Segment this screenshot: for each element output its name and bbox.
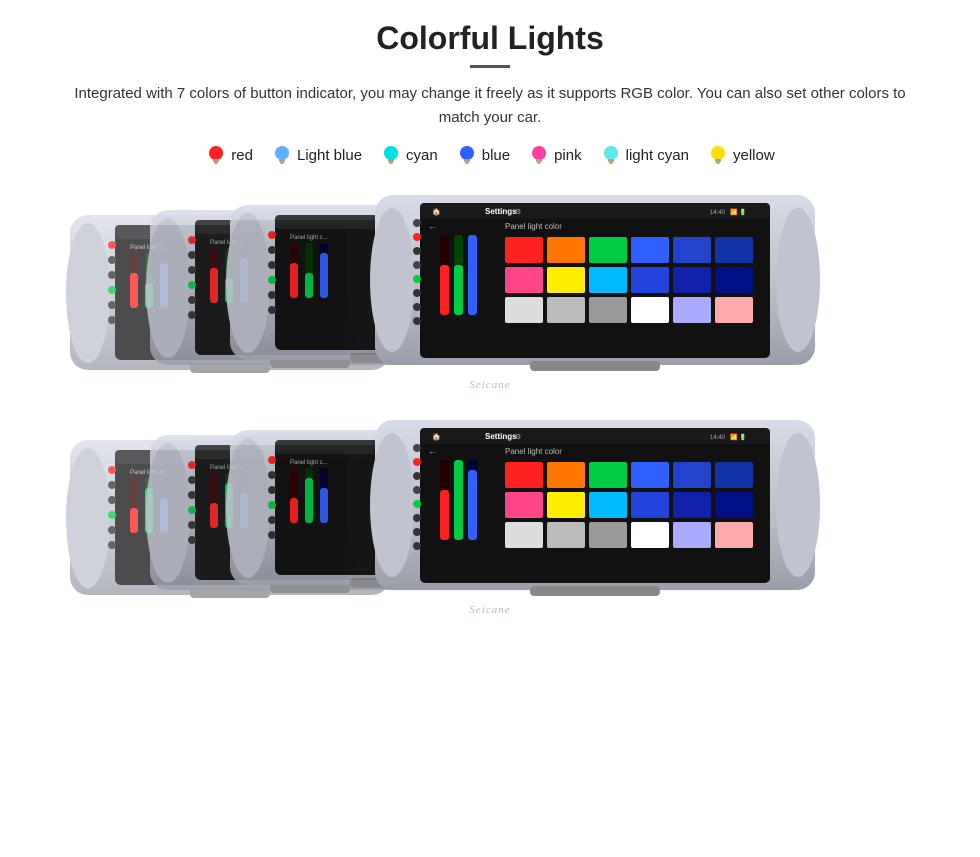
svg-text:📶 🔋: 📶 🔋 [730,208,747,216]
car-row-bottom: Seicane [30,407,950,622]
svg-text:Panel light c...: Panel light c... [290,235,328,241]
lightcyan-bulb-icon [600,144,622,166]
svg-text:←: ← [428,221,437,231]
svg-text:⚙: ⚙ [515,433,521,441]
color-label-red: red [231,147,253,164]
svg-text:🏠: 🏠 [432,432,441,441]
color-label-yellow: yellow [733,147,775,164]
color-item-yellow: yellow [707,144,775,166]
page-title: Colorful Lights [376,20,604,57]
pink-bulb-icon [528,144,550,166]
color-label-blue: blue [482,147,510,164]
title-divider [470,65,510,68]
svg-text:📶 🔋: 📶 🔋 [730,433,747,441]
color-item-cyan: cyan [380,144,438,166]
svg-text:Settings: Settings [485,432,517,441]
svg-text:Settings: Settings [485,207,517,216]
color-item-lightblue: Light blue [271,144,362,166]
color-item-red: red [205,144,253,166]
color-item-pink: pink [528,144,582,166]
color-label-cyan: cyan [406,147,438,164]
svg-text:Panel light color: Panel light color [505,222,562,231]
blue-bulb-icon [456,144,478,166]
color-list: red Light blue cyan [205,144,774,166]
color-label-pink: pink [554,147,582,164]
page-container: Colorful Lights Integrated with 7 colors… [0,0,980,857]
color-item-blue: blue [456,144,510,166]
car-row-top: Seicane [30,182,950,397]
svg-text:14:40: 14:40 [710,210,726,216]
svg-text:⚙: ⚙ [515,208,521,216]
svg-text:Panel light color: Panel light color [505,447,562,456]
cars-section: Seicane [30,182,950,622]
color-label-lightblue: Light blue [297,147,362,164]
svg-text:14:40: 14:40 [710,435,726,441]
car-unit-bottom-front: 🏠 Settings ⚙ 14:40 📶 🔋 ← Panel light col… [370,410,820,610]
car-unit-top-front: 🏠 Settings ⚙ 14:40 📶 🔋 ← Panel light col… [370,185,820,385]
svg-text:🏠: 🏠 [432,207,441,216]
color-label-lightcyan: light cyan [626,147,689,164]
color-item-lightcyan: light cyan [600,144,689,166]
red-bulb-icon [205,144,227,166]
page-description: Integrated with 7 colors of button indic… [60,82,920,130]
cyan-bulb-icon [380,144,402,166]
lightblue-bulb-icon [271,144,293,166]
yellow-bulb-icon [707,144,729,166]
svg-text:←: ← [428,446,437,456]
svg-text:Panel light c...: Panel light c... [290,460,328,466]
